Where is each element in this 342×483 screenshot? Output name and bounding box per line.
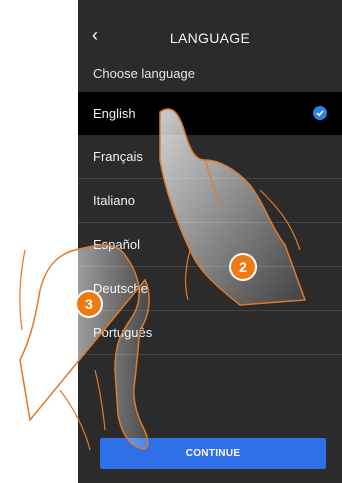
- language-item-english[interactable]: English: [78, 92, 342, 135]
- continue-button[interactable]: CONTINUE: [100, 438, 326, 469]
- language-item-francais[interactable]: Français: [78, 135, 342, 179]
- language-item-espanol[interactable]: Español: [78, 223, 342, 267]
- language-label: Italiano: [93, 193, 135, 208]
- language-label: English: [93, 106, 136, 121]
- language-label: Español: [93, 237, 140, 252]
- page-title: LANGUAGE: [169, 30, 251, 46]
- language-label: Português: [93, 325, 153, 340]
- check-icon: [313, 106, 327, 120]
- choose-language-label: Choose language: [93, 66, 195, 81]
- language-item-italiano[interactable]: Italiano: [78, 179, 342, 223]
- language-item-deutsche[interactable]: Deutsche: [78, 267, 342, 311]
- language-item-portugues[interactable]: Português: [78, 311, 342, 355]
- device-screen: ‹ LANGUAGE Choose language English Franç…: [78, 0, 342, 483]
- language-list: English Français Italiano Español Deutsc…: [78, 92, 342, 355]
- language-label: Deutsche: [93, 281, 148, 296]
- step-badge-2: 2: [229, 253, 257, 281]
- step-badge-3: 3: [75, 290, 103, 318]
- language-label: Français: [93, 149, 143, 164]
- header: ‹ LANGUAGE: [78, 0, 342, 60]
